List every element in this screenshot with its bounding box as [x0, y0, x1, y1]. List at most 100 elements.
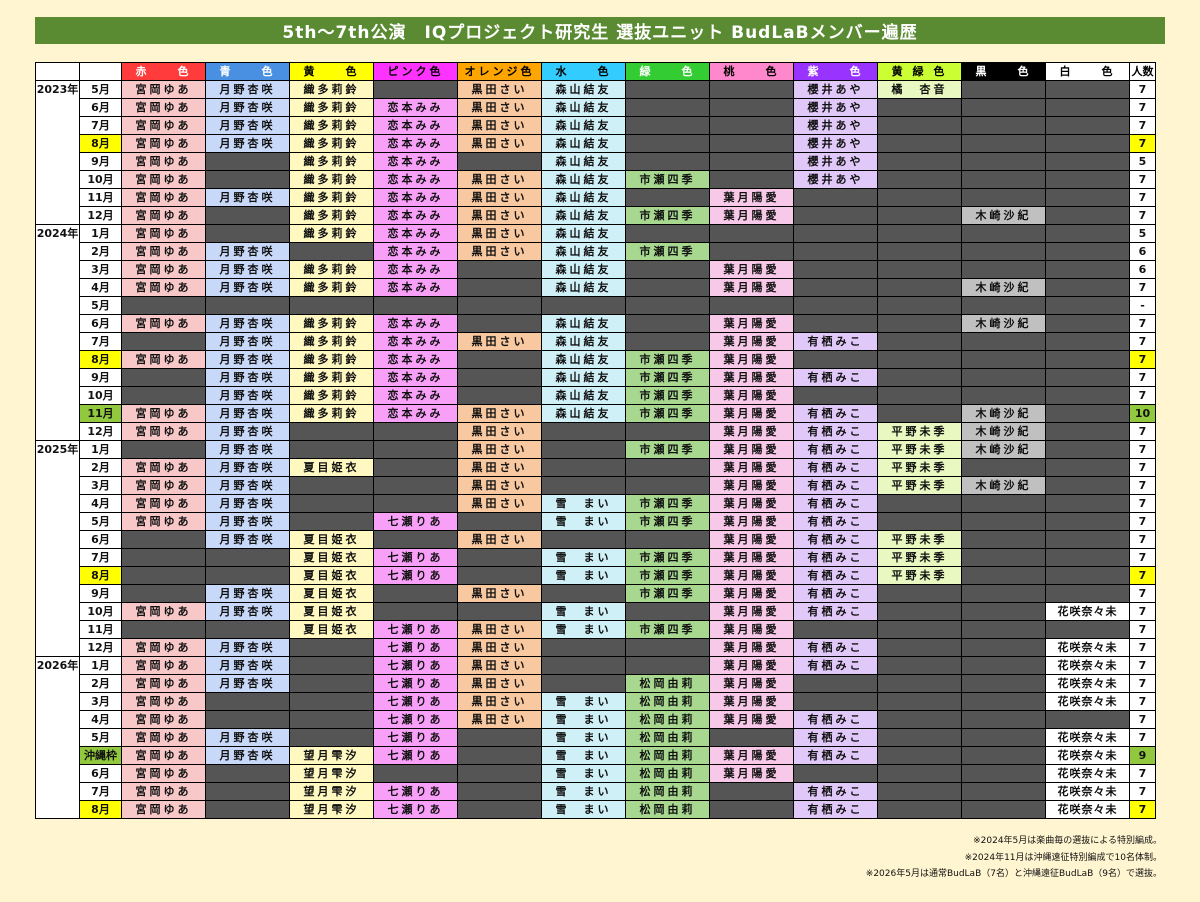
member-cell	[457, 296, 542, 315]
member-cell: 雪 まい	[541, 494, 626, 513]
member-cell	[205, 710, 290, 729]
member-cell: 雪 まい	[541, 746, 626, 765]
header-color-1: 青 色	[205, 62, 290, 81]
member-cell	[373, 296, 458, 315]
member-cell: 宮岡ゆあ	[121, 314, 206, 333]
member-cell	[793, 278, 878, 297]
month-cell: 8月	[79, 350, 122, 369]
member-cell: 木崎沙紀	[961, 404, 1046, 423]
member-cell	[877, 404, 962, 423]
member-cell	[877, 116, 962, 135]
member-cell: 七瀬りあ	[373, 548, 458, 567]
member-cell	[709, 242, 794, 261]
member-cell: 雪 まい	[541, 728, 626, 747]
count-cell: 7	[1129, 116, 1156, 135]
month-cell: 7月	[79, 782, 122, 801]
member-cell: 森山結友	[541, 152, 626, 171]
member-cell	[205, 548, 290, 567]
member-cell	[877, 512, 962, 531]
member-cell	[877, 638, 962, 657]
member-cell: 黒田さい	[457, 620, 542, 639]
member-cell	[1045, 98, 1130, 117]
count-cell: 7	[1129, 98, 1156, 117]
member-cell: 宮岡ゆあ	[121, 170, 206, 189]
member-cell: 森山結友	[541, 224, 626, 243]
count-cell: 7	[1129, 710, 1156, 729]
year-cell	[35, 152, 80, 171]
member-cell	[877, 692, 962, 711]
member-cell: 月野杏咲	[205, 656, 290, 675]
member-cell	[709, 782, 794, 801]
member-cell: 織多莉鈴	[289, 386, 374, 405]
table-row: 11月 夏目姫衣 七瀬りあ 黒田さい雪 まい 市瀬四季 葉月陽愛 7	[35, 620, 1156, 639]
member-cell: 黒田さい	[457, 494, 542, 513]
member-cell	[373, 422, 458, 441]
member-cell	[961, 710, 1046, 729]
year-cell	[35, 404, 80, 423]
month-cell: 11月	[79, 620, 122, 639]
member-cell: 木崎沙紀	[961, 440, 1046, 459]
month-cell: 6月	[79, 764, 122, 783]
member-cell: 恋本みみ	[373, 170, 458, 189]
year-cell: 2025年	[35, 440, 80, 459]
table-row: 3月 宮岡ゆあ 七瀬りあ 黒田さい雪 まい 松岡由莉 葉月陽愛 花咲奈々未 7	[35, 692, 1156, 711]
member-cell	[289, 710, 374, 729]
member-cell	[877, 728, 962, 747]
member-cell	[121, 386, 206, 405]
month-cell: 7月	[79, 116, 122, 135]
member-cell	[961, 638, 1046, 657]
member-cell: 月野杏咲	[205, 242, 290, 261]
member-cell: 織多莉鈴	[289, 404, 374, 423]
count-cell: 5	[1129, 152, 1156, 171]
member-cell	[289, 296, 374, 315]
member-cell	[877, 764, 962, 783]
member-cell: 森山結友	[541, 404, 626, 423]
member-cell: 櫻井あや	[793, 98, 878, 117]
month-cell: 12月	[79, 206, 122, 225]
member-cell	[1045, 548, 1130, 567]
member-cell: 葉月陽愛	[709, 638, 794, 657]
member-cell: 織多莉鈴	[289, 368, 374, 387]
member-cell: 織多莉鈴	[289, 206, 374, 225]
member-cell: 黒田さい	[457, 656, 542, 675]
member-cell: 月野杏咲	[205, 728, 290, 747]
member-cell: 有栖みこ	[793, 566, 878, 585]
member-cell	[121, 548, 206, 567]
member-cell	[961, 332, 1046, 351]
member-cell: 葉月陽愛	[709, 746, 794, 765]
year-cell	[35, 116, 80, 135]
year-cell	[35, 728, 80, 747]
count-cell: 7	[1129, 314, 1156, 333]
member-cell	[793, 692, 878, 711]
member-cell	[1045, 152, 1130, 171]
member-cell	[289, 656, 374, 675]
month-cell: 8月	[79, 566, 122, 585]
member-cell: 有栖みこ	[793, 710, 878, 729]
member-cell	[877, 800, 962, 819]
member-cell: 有栖みこ	[793, 728, 878, 747]
member-cell: 黒田さい	[457, 530, 542, 549]
member-cell: 葉月陽愛	[709, 440, 794, 459]
member-cell: 宮岡ゆあ	[121, 98, 206, 117]
member-cell: 葉月陽愛	[709, 422, 794, 441]
member-cell	[961, 458, 1046, 477]
member-cell	[121, 566, 206, 585]
member-cell: 市瀬四季	[625, 386, 710, 405]
month-cell: 6月	[79, 314, 122, 333]
member-cell	[877, 674, 962, 693]
member-cell: 夏目姫衣	[289, 602, 374, 621]
table-row: 2025年 1月 月野杏咲 黒田さい 市瀬四季 葉月陽愛 有栖みこ 平野未季 木崎沙紀 7	[35, 440, 1156, 459]
member-cell	[1045, 422, 1130, 441]
member-cell: 葉月陽愛	[709, 494, 794, 513]
member-cell: 宮岡ゆあ	[121, 242, 206, 261]
member-cell: 宮岡ゆあ	[121, 764, 206, 783]
member-cell: 平野未季	[877, 422, 962, 441]
member-cell	[961, 98, 1046, 117]
member-cell: 平野未季	[877, 566, 962, 585]
member-cell	[1045, 314, 1130, 333]
member-cell: 市瀬四季	[625, 242, 710, 261]
member-cell: 黒田さい	[457, 422, 542, 441]
month-cell: 5月	[79, 512, 122, 531]
member-cell	[877, 620, 962, 639]
member-cell	[541, 656, 626, 675]
